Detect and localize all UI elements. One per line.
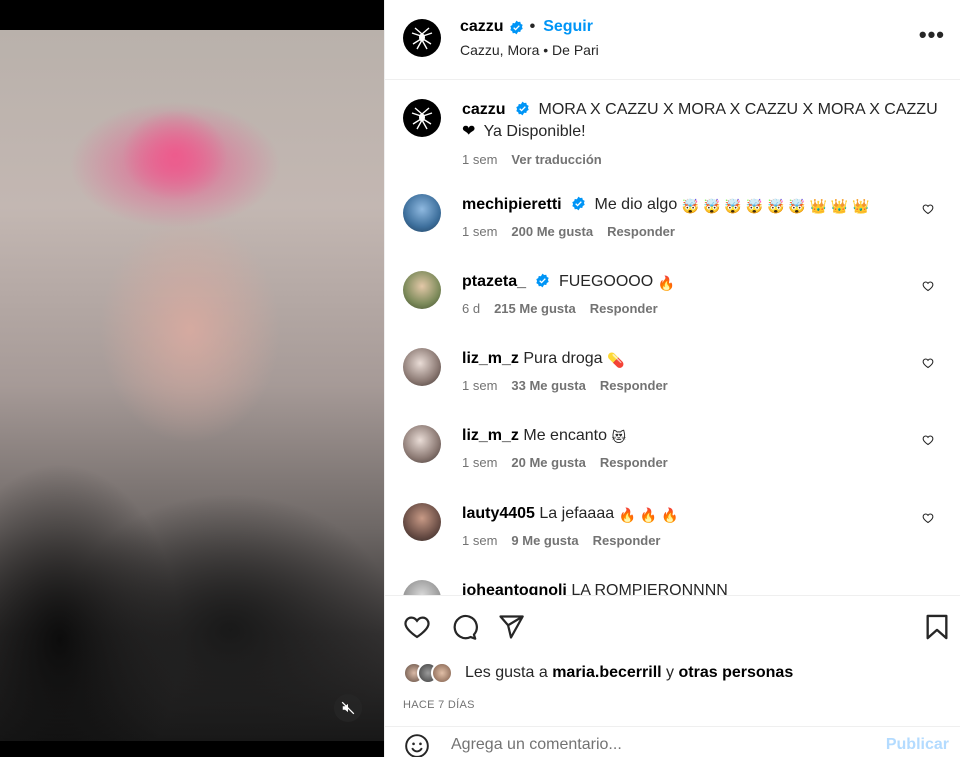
post-header: cazzu • Seguir Cazzu, Mora • De Pari ••• bbox=[385, 0, 960, 80]
add-comment-bar: Agrega un comentario... Publicar bbox=[385, 726, 960, 757]
comment-avatar[interactable] bbox=[403, 580, 441, 595]
comment-time[interactable]: 1 sem bbox=[462, 455, 497, 470]
verified-badge-icon bbox=[572, 196, 585, 211]
comment-likes[interactable]: 9 Me gusta bbox=[511, 533, 578, 548]
likes-user-link[interactable]: maria.becerrill bbox=[552, 664, 661, 682]
verified-badge-icon bbox=[509, 20, 523, 34]
like-comment-icon[interactable] bbox=[922, 280, 934, 292]
save-bookmark-icon[interactable] bbox=[923, 613, 951, 641]
caption-text: MORA X CAZZU X MORA X CAZZU X MORA X CAZ… bbox=[538, 101, 938, 118]
video-frame[interactable] bbox=[0, 30, 384, 741]
reply-button[interactable]: Responder bbox=[600, 455, 668, 470]
comment-username[interactable]: mechipieretti bbox=[462, 196, 562, 213]
share-icon[interactable] bbox=[497, 613, 525, 641]
verified-badge-icon bbox=[516, 101, 529, 116]
comment-time[interactable]: 6 d bbox=[462, 301, 480, 316]
caption-username[interactable]: cazzu bbox=[462, 101, 506, 118]
avatar[interactable] bbox=[403, 19, 441, 57]
spider-logo-icon bbox=[411, 27, 433, 50]
comment-emojis: 🔥 🔥 🔥 bbox=[618, 507, 679, 523]
comment-text: Me dio algo bbox=[594, 196, 678, 213]
emoji-icon[interactable] bbox=[404, 733, 430, 757]
like-icon[interactable] bbox=[403, 613, 431, 641]
black-heart-icon: ❤ bbox=[462, 123, 476, 140]
follow-button[interactable]: Seguir bbox=[543, 18, 593, 36]
comment-time[interactable]: 1 sem bbox=[462, 378, 497, 393]
likes-prefix: Les gusta a bbox=[465, 664, 548, 681]
comment-username[interactable]: liz_m_z bbox=[462, 350, 519, 367]
post-date[interactable]: HACE 7 DÍAS bbox=[403, 699, 475, 711]
reply-button[interactable]: Responder bbox=[590, 301, 658, 316]
comment-username[interactable]: lauty4405 bbox=[462, 505, 535, 522]
comment-emojis: 💊 bbox=[607, 352, 625, 368]
comment-text: FUEGOOOO bbox=[558, 273, 654, 290]
comment-text: LA ROMPIERONNNN bbox=[571, 582, 728, 595]
caption-text-2: Ya Disponible! bbox=[483, 123, 586, 140]
comment-avatar[interactable] bbox=[403, 194, 441, 232]
like-comment-icon[interactable] bbox=[922, 357, 934, 369]
speaker-muted-icon bbox=[341, 701, 355, 715]
comment-text: La jefaaaa bbox=[539, 505, 615, 522]
comment-text: Me encanto bbox=[523, 427, 607, 444]
comment-emojis: 😻 bbox=[611, 429, 627, 445]
comments-list[interactable]: cazzu MORA X CAZZU X MORA X CAZZU X MORA… bbox=[385, 81, 960, 595]
comment-username[interactable]: ptazeta_ bbox=[462, 273, 526, 290]
post-actions: Les gusta a maria.becerrill y otras pers… bbox=[385, 595, 960, 757]
header-username-row: cazzu • Seguir bbox=[460, 18, 593, 36]
like-comment-icon[interactable] bbox=[922, 203, 934, 215]
comment-likes[interactable]: 33 Me gusta bbox=[511, 378, 585, 393]
translate-link[interactable]: Ver traducción bbox=[511, 152, 601, 167]
comment-username[interactable]: liz_m_z bbox=[462, 427, 519, 444]
reply-button[interactable]: Responder bbox=[600, 378, 668, 393]
like-comment-icon[interactable] bbox=[922, 434, 934, 446]
post-media[interactable] bbox=[0, 0, 384, 757]
post-comment-button[interactable]: Publicar bbox=[886, 736, 949, 754]
comment-likes[interactable]: 20 Me gusta bbox=[511, 455, 585, 470]
comment-avatar[interactable] bbox=[403, 425, 441, 463]
comment-emojis: 🤯 🤯 🤯 🤯 🤯 🤯 👑 👑 👑 bbox=[681, 198, 870, 214]
verified-badge-icon bbox=[536, 273, 550, 288]
header-username[interactable]: cazzu bbox=[460, 18, 504, 36]
more-options-button[interactable]: ••• bbox=[919, 24, 945, 46]
post-panel: cazzu • Seguir Cazzu, Mora • De Pari ••• bbox=[384, 0, 960, 757]
likes-summary: Les gusta a maria.becerrill y otras pers… bbox=[403, 662, 793, 684]
comment-avatar[interactable] bbox=[403, 503, 441, 541]
reply-button[interactable]: Responder bbox=[593, 533, 661, 548]
comment-username[interactable]: joheantognoli bbox=[462, 582, 567, 595]
comment-avatar[interactable] bbox=[403, 271, 441, 309]
comment-icon[interactable] bbox=[450, 613, 478, 641]
comment-time[interactable]: 1 sem bbox=[462, 224, 497, 239]
audio-attribution[interactable]: Cazzu, Mora • De Pari bbox=[460, 42, 599, 58]
spider-logo-icon bbox=[411, 107, 433, 130]
caption-time[interactable]: 1 sem bbox=[462, 152, 497, 167]
likes-others-link[interactable]: otras personas bbox=[679, 664, 794, 682]
comment-avatar[interactable] bbox=[403, 348, 441, 386]
likes-joiner: y bbox=[666, 664, 675, 681]
comment-input[interactable]: Agrega un comentario... bbox=[451, 736, 622, 754]
comment-likes[interactable]: 200 Me gusta bbox=[511, 224, 593, 239]
liker-avatars[interactable] bbox=[403, 662, 453, 684]
comment-emojis: 🔥 bbox=[657, 275, 676, 291]
comment-time[interactable]: 1 sem bbox=[462, 533, 497, 548]
comment-text: Pura droga bbox=[523, 350, 603, 367]
reply-button[interactable]: Responder bbox=[607, 224, 675, 239]
comment-likes[interactable]: 215 Me gusta bbox=[494, 301, 576, 316]
dot-separator: • bbox=[529, 18, 536, 35]
caption-avatar[interactable] bbox=[403, 99, 441, 137]
mute-button[interactable] bbox=[334, 694, 362, 722]
like-comment-icon[interactable] bbox=[922, 512, 934, 524]
